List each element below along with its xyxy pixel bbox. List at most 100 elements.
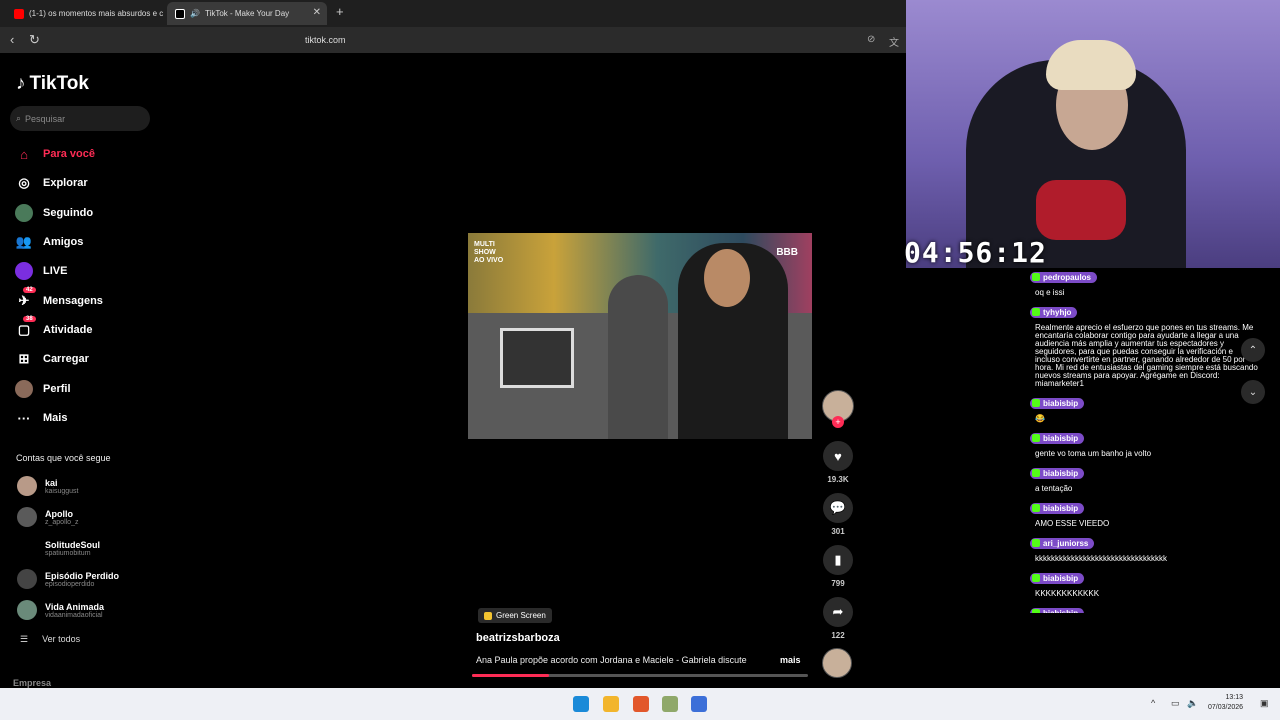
follow-plus-icon[interactable]: +	[832, 416, 844, 428]
windows-start-icon[interactable]	[573, 696, 589, 712]
video-author[interactable]: beatrizsbarboza	[476, 632, 560, 644]
tab-youtube[interactable]: (1-1) os momentos mais absurdos e c	[6, 2, 164, 25]
chat-username-text: ari_juniorss	[1043, 538, 1089, 548]
chat-username-text: tyhyhjo	[1043, 307, 1072, 317]
following-item[interactable]: Episódio Perdido episodioperdido	[17, 569, 119, 589]
activity-badge: 38	[23, 316, 36, 322]
effect-tag[interactable]: Green Screen	[478, 608, 552, 623]
search-icon: ⌕	[16, 113, 22, 123]
creator-avatar-button[interactable]: +	[822, 390, 854, 428]
video-progress-bar[interactable]	[472, 674, 808, 677]
following-name: Episódio Perdido	[45, 570, 120, 581]
live-icon	[15, 262, 33, 280]
save-button[interactable]: ▮ 799	[822, 545, 854, 588]
channel-logo: MULTI SHOW AO VIVO	[474, 241, 504, 264]
taskbar: ^ ▭ 🔈 13:13 07/03/2026 ▣	[0, 688, 1280, 720]
chat-username-text: pedropaulos	[1043, 272, 1092, 282]
comment-button[interactable]: 💬 301	[822, 493, 854, 536]
nav-explorar[interactable]: ◎ Explorar	[15, 174, 87, 192]
tiktok-logo[interactable]: ♪ TikTok	[16, 73, 89, 95]
nav-para-voce[interactable]: ⌂ Para você	[15, 145, 95, 163]
tiktok-icon	[175, 8, 185, 19]
chevron-down-icon: ⌄	[1248, 386, 1258, 398]
notification-icon[interactable]: ▣	[1260, 698, 1269, 709]
chevron-up-icon[interactable]: ^	[1151, 698, 1155, 708]
following-item[interactable]: SolitudeSoul spatiumobitum	[17, 538, 100, 558]
kick-badge-icon	[1032, 574, 1040, 582]
profile-avatar-icon	[15, 380, 33, 398]
activity-icon: ▢ 38	[15, 316, 36, 339]
following-item[interactable]: Apollo z_apollo_z	[17, 507, 78, 527]
chat-message: tyhyhjo Realmente aprecio el esfuerzo que…	[1030, 303, 1260, 388]
video-player[interactable]: MULTI SHOW AO VIVO BBB	[468, 233, 812, 439]
app-icon[interactable]	[691, 696, 707, 712]
mute-icon[interactable]: ⊘	[867, 34, 875, 45]
close-tab-icon[interactable]: ✕	[313, 7, 321, 18]
comment-icon: 💬	[823, 493, 853, 523]
see-all-link[interactable]: ☰ Ver todos	[20, 634, 80, 645]
sound-avatar-button[interactable]	[822, 648, 854, 678]
chat-username[interactable]: biabisbip	[1030, 607, 1085, 613]
nav-label: Seguindo	[43, 207, 94, 219]
url-text[interactable]: tiktok.com	[305, 35, 346, 45]
stream-chat: pedropaulos oq e issi tyhyhjo Realmente apr…	[1030, 268, 1260, 613]
chat-username[interactable]: biabisbip	[1030, 572, 1085, 584]
search-input[interactable]: ⌕ Pesquisar	[10, 106, 150, 131]
chat-username[interactable]: ari_juniorss	[1030, 537, 1095, 549]
nav-seguindo[interactable]: Seguindo	[15, 204, 93, 222]
following-username: z_apollo_z	[45, 518, 79, 526]
nav-mais[interactable]: ··· Mais	[15, 409, 68, 427]
chat-username[interactable]: biabisbip	[1030, 467, 1085, 479]
kick-badge-icon	[1032, 308, 1040, 316]
following-item[interactable]: Vida Animada vidaanimadaoficial	[17, 600, 104, 620]
like-button[interactable]: ♥ 19.3K	[822, 441, 854, 484]
chat-username-text: biabisbip	[1043, 398, 1079, 408]
chat-message: biabisbip AMO ESSE VIEEDO	[1030, 499, 1260, 528]
app-icon[interactable]	[662, 696, 678, 712]
nav-label: Atividade	[43, 324, 93, 336]
following-name: kai	[45, 477, 58, 488]
avatar	[17, 600, 37, 620]
kick-badge-icon	[1032, 539, 1040, 547]
brave-browser-icon[interactable]	[633, 696, 649, 712]
scroll-up-button[interactable]: ⌃	[1241, 338, 1265, 362]
nav-amigos[interactable]: 👥 Amigos	[15, 233, 83, 251]
volume-icon[interactable]: 🔈	[1187, 698, 1198, 709]
system-clock[interactable]: 13:13 07/03/2026	[1208, 693, 1243, 713]
heart-icon: ♥	[823, 441, 853, 471]
nav-carregar[interactable]: ⊞ Carregar	[15, 350, 89, 368]
chat-text: AMO ESSE VIEEDO	[1035, 519, 1110, 528]
messages-badge: 42	[23, 287, 36, 293]
chat-text: kkkkkkkkkkkkkkkkkkkkkkkkkkkkkkkkk	[1035, 554, 1167, 563]
footer-empresa[interactable]: Empresa	[13, 678, 51, 688]
chat-username[interactable]: tyhyhjo	[1030, 306, 1078, 318]
translate-icon[interactable]: 文	[889, 34, 899, 49]
chat-message: biabisbip KKKKKKKKKKKK	[1030, 569, 1260, 598]
note-icon: ♪	[16, 73, 26, 94]
more-button[interactable]: mais	[780, 655, 801, 665]
share-button[interactable]: ➦ 122	[822, 597, 854, 640]
logo-text: TikTok	[29, 73, 89, 94]
file-explorer-icon[interactable]	[603, 696, 619, 712]
nav-label: Mais	[43, 412, 68, 424]
chat-username[interactable]: pedropaulos	[1030, 271, 1098, 283]
tab-tiktok[interactable]: 🔊 TikTok - Make Your Day ✕	[167, 2, 327, 25]
chat-username[interactable]: biabisbip	[1030, 432, 1085, 444]
nav-perfil[interactable]: Perfil	[15, 380, 71, 398]
scroll-down-button[interactable]: ⌄	[1241, 380, 1265, 404]
search-placeholder: Pesquisar	[25, 113, 66, 124]
nav-atividade[interactable]: ▢ 38 Atividade	[15, 316, 93, 339]
friends-icon: 👥	[15, 234, 33, 249]
home-icon: ⌂	[20, 146, 28, 162]
webcam-overlay	[906, 0, 1280, 268]
network-icon[interactable]: ▭	[1171, 698, 1180, 709]
back-icon[interactable]: ‹	[10, 32, 14, 47]
nav-mensagens[interactable]: ✈ 42 Mensagens	[15, 287, 103, 310]
new-tab-button[interactable]: +	[336, 4, 344, 19]
chat-username-text: biabisbip	[1043, 503, 1079, 513]
reload-icon[interactable]: ↻	[29, 32, 40, 48]
nav-live[interactable]: LIVE	[15, 262, 67, 280]
chat-username[interactable]: biabisbip	[1030, 502, 1085, 514]
following-item[interactable]: kai kaisuggust	[17, 476, 78, 496]
chat-username[interactable]: biabisbip	[1030, 397, 1085, 409]
